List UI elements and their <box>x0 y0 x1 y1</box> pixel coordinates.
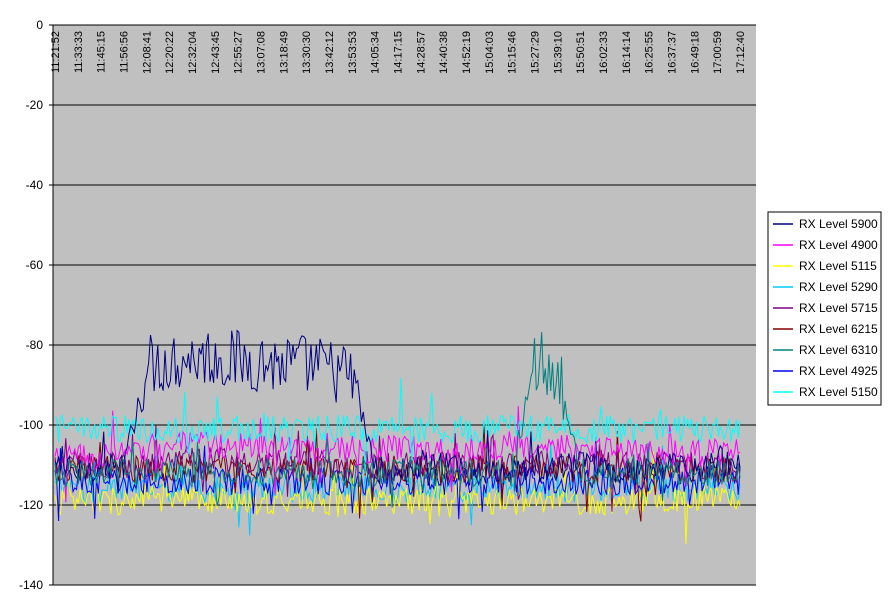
y-tick-label: -140 <box>19 578 43 592</box>
x-tick-label: 15:15:46 <box>507 31 519 74</box>
legend-label: RX Level 6215 <box>799 322 878 336</box>
x-tick-label: 17:00:59 <box>712 31 724 74</box>
legend-label: RX Level 5290 <box>799 280 878 294</box>
legend: RX Level 5900 RX Level 4900 RX Level 5115 R… <box>767 211 882 406</box>
x-tick-label: 16:37:37 <box>667 31 679 74</box>
x-tick-label: 12:08:41 <box>141 31 153 74</box>
x-tick-label: 13:42:12 <box>324 31 336 74</box>
x-tick-label: 13:53:53 <box>347 31 359 74</box>
x-tick-label: 11:33:33 <box>73 31 85 73</box>
x-tick-label: 12:20:22 <box>164 31 176 74</box>
y-tick-label: 0 <box>36 18 43 32</box>
y-tick-label: -120 <box>19 498 43 512</box>
x-tick-label: 14:28:57 <box>415 31 427 74</box>
y-tick-label: -40 <box>26 178 44 192</box>
legend-label: RX Level 5115 <box>799 259 877 273</box>
x-tick-label: 13:30:30 <box>301 31 313 74</box>
x-tick-label: 14:17:15 <box>393 31 405 74</box>
x-tick-label: 15:04:03 <box>484 31 496 74</box>
legend-label: RX Level 4925 <box>799 364 878 378</box>
rx-level-chart: 0 -20 -40 -60 -80 -100 -120 -140 11:21:52 11:33:… <box>19 18 882 592</box>
legend-label: RX Level 5715 <box>799 301 878 315</box>
x-tick-label: 14:52:19 <box>461 31 473 74</box>
x-tick-label: 16:02:33 <box>598 31 610 74</box>
x-tick-label: 14:40:38 <box>438 31 450 74</box>
legend-label: RX Level 4900 <box>799 238 878 252</box>
x-tick-label: 17:12:40 <box>735 31 747 74</box>
x-tick-label: 12:55:27 <box>233 31 245 74</box>
x-tick-label: 12:43:45 <box>210 31 222 74</box>
plot-area <box>53 25 756 585</box>
x-tick-label: 16:14:14 <box>621 31 633 74</box>
x-tick-label: 15:27:29 <box>530 31 542 74</box>
x-tick-label: 12:32:04 <box>187 31 199 74</box>
x-tick-label: 15:39:10 <box>552 31 564 74</box>
x-tick-label: 16:49:18 <box>689 31 701 74</box>
x-tick-label: 14:05:34 <box>370 31 382 74</box>
x-tick-label: 15:50:51 <box>575 31 587 74</box>
legend-label: RX Level 6310 <box>799 343 878 357</box>
x-tick-label: 11:21:52 <box>50 31 62 73</box>
x-tick-label: 13:18:49 <box>278 31 290 74</box>
y-axis-ticks: 0 -20 -40 -60 -80 -100 -120 -140 <box>19 18 53 592</box>
y-tick-label: -100 <box>19 418 43 432</box>
legend-label: RX Level 5150 <box>799 385 878 399</box>
x-tick-label: 11:45:15 <box>96 31 108 73</box>
x-tick-label: 11:56:56 <box>119 31 131 73</box>
legend-label: RX Level 5900 <box>799 217 878 231</box>
x-tick-label: 13:07:08 <box>256 31 268 74</box>
y-tick-label: -20 <box>26 98 44 112</box>
y-tick-label: -60 <box>26 258 44 272</box>
x-tick-label: 16:25:55 <box>644 31 656 74</box>
y-tick-label: -80 <box>26 338 44 352</box>
